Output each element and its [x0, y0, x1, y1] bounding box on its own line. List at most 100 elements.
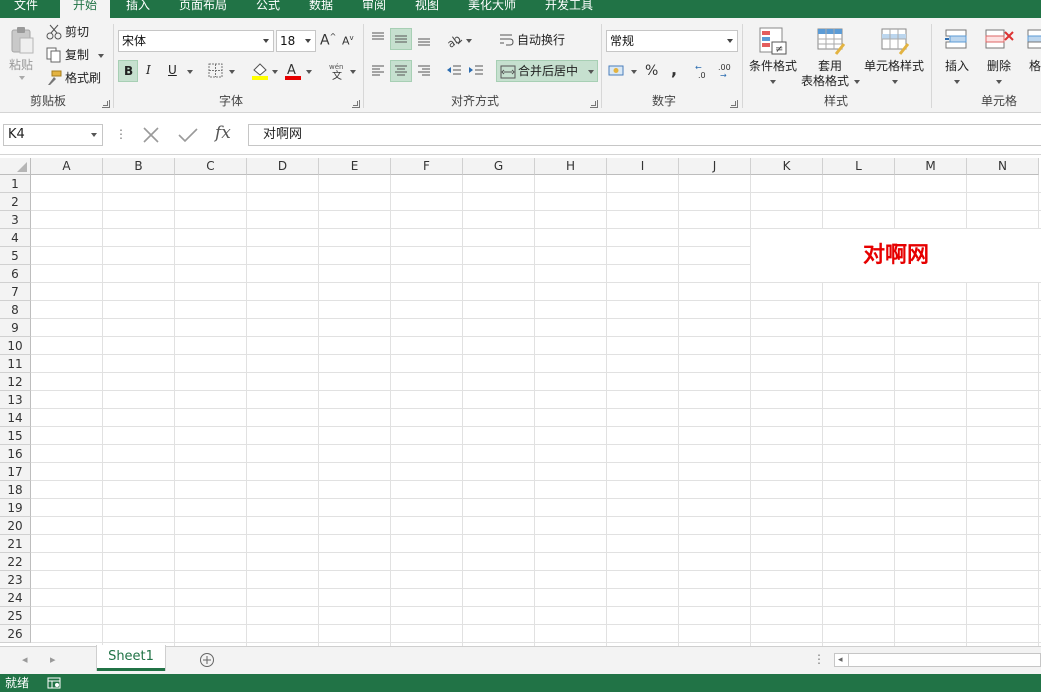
row-header-26[interactable]: 26 [0, 625, 31, 643]
tab-home[interactable]: 开始 [60, 0, 110, 18]
wrap-text-button[interactable]: 自动换行 [496, 30, 576, 50]
cancel-icon[interactable] [140, 126, 164, 144]
currency-icon[interactable] [608, 63, 628, 79]
alignment-launcher-icon[interactable] [590, 100, 598, 108]
fill-color-icon[interactable] [251, 61, 269, 81]
row-header-12[interactable]: 12 [0, 373, 31, 391]
percent-button[interactable]: % [645, 63, 661, 81]
scrollbar-left-arrow-icon[interactable]: ◂ [838, 654, 843, 666]
row-header-13[interactable]: 13 [0, 391, 31, 409]
column-header-h[interactable]: H [535, 158, 607, 175]
underline-dropdown-icon[interactable] [187, 70, 193, 74]
decrease-indent-icon[interactable] [446, 63, 462, 79]
column-header-n[interactable]: N [967, 158, 1039, 175]
row-header-10[interactable]: 10 [0, 337, 31, 355]
row-header-22[interactable]: 22 [0, 553, 31, 571]
row-header-20[interactable]: 20 [0, 517, 31, 535]
merged-cell-k4[interactable]: 对啊网 [751, 229, 1041, 282]
row-header-16[interactable]: 16 [0, 445, 31, 463]
row-header-1[interactable]: 1 [0, 175, 31, 193]
decrease-font-icon[interactable]: Av [342, 34, 358, 50]
align-middle-button[interactable] [390, 28, 412, 50]
tab-formulas[interactable]: 公式 [248, 0, 288, 18]
tab-data[interactable]: 数据 [300, 0, 342, 18]
row-header-3[interactable]: 3 [0, 211, 31, 229]
paste-button[interactable]: 粘贴 [6, 24, 38, 86]
cut-button[interactable]: 剪切 [46, 23, 106, 41]
font-color-icon[interactable]: A [284, 61, 302, 81]
bold-button[interactable]: B [118, 60, 138, 82]
row-header-24[interactable]: 24 [0, 589, 31, 607]
row-header-19[interactable]: 19 [0, 499, 31, 517]
insert-cells-button[interactable]: 插入 [938, 24, 976, 90]
underline-button[interactable]: U [168, 63, 182, 81]
align-center-button[interactable] [390, 60, 412, 82]
format-as-table-button[interactable]: 套用 表格格式 [800, 24, 862, 94]
align-left-icon[interactable] [370, 63, 386, 79]
decrease-decimal-icon[interactable]: .00→ [717, 62, 735, 80]
column-header-j[interactable]: J [679, 158, 751, 175]
row-header-15[interactable]: 15 [0, 427, 31, 445]
row-header-5[interactable]: 5 [0, 247, 31, 265]
row-header-4[interactable]: 4 [0, 229, 31, 247]
tab-file[interactable]: 文件 [0, 0, 52, 18]
more-vertical-icon[interactable]: ⋮ [115, 128, 127, 142]
tab-developer[interactable]: 开发工具 [536, 0, 602, 18]
italic-button[interactable]: I [146, 63, 160, 81]
column-header-c[interactable]: C [175, 158, 247, 175]
tab-review[interactable]: 审阅 [354, 0, 394, 18]
row-header-7[interactable]: 7 [0, 283, 31, 301]
number-launcher-icon[interactable] [730, 100, 738, 108]
enter-icon[interactable] [176, 126, 200, 144]
column-header-i[interactable]: I [607, 158, 679, 175]
row-header-11[interactable]: 11 [0, 355, 31, 373]
currency-dropdown-icon[interactable] [631, 70, 637, 74]
phonetic-guide-icon[interactable]: wén文 [328, 61, 346, 81]
format-painter-button[interactable]: 格式刷 [46, 69, 106, 87]
row-header-6[interactable]: 6 [0, 265, 31, 283]
font-name-combo[interactable]: 宋体 [118, 30, 274, 52]
macro-record-icon[interactable] [47, 677, 61, 689]
font-color-dropdown-icon[interactable] [306, 70, 312, 74]
row-header-21[interactable]: 21 [0, 535, 31, 553]
align-right-icon[interactable] [416, 63, 432, 79]
orientation-icon[interactable]: ab [446, 30, 464, 48]
more-vertical-icon[interactable]: ⋮ [813, 652, 825, 666]
tab-insert[interactable]: 插入 [118, 0, 158, 18]
comma-button[interactable]: , [671, 60, 681, 79]
copy-button[interactable]: 复制 [46, 46, 108, 64]
formula-input[interactable]: 对啊网 [248, 124, 1041, 146]
align-top-icon[interactable] [370, 31, 386, 47]
sheet-tab-sheet1[interactable]: Sheet1 [97, 645, 165, 671]
cell-styles-button[interactable]: 单元格样式 [862, 24, 928, 90]
column-header-k[interactable]: K [751, 158, 823, 175]
conditional-formatting-button[interactable]: ≠ 条件格式 [746, 24, 800, 90]
increase-indent-icon[interactable] [468, 63, 484, 79]
name-box[interactable]: K4 [3, 124, 103, 146]
column-header-b[interactable]: B [103, 158, 175, 175]
column-header-g[interactable]: G [463, 158, 535, 175]
row-header-9[interactable]: 9 [0, 319, 31, 337]
clipboard-launcher-icon[interactable] [102, 100, 110, 108]
insert-function-button[interactable]: fx [215, 123, 239, 145]
column-header-e[interactable]: E [319, 158, 391, 175]
number-format-combo[interactable]: 常规 [606, 30, 738, 52]
increase-decimal-icon[interactable]: ←.0 [695, 62, 713, 80]
row-header-2[interactable]: 2 [0, 193, 31, 211]
tab-beautify[interactable]: 美化大师 [460, 0, 524, 18]
row-header-8[interactable]: 8 [0, 301, 31, 319]
horizontal-scrollbar[interactable]: ◂ [834, 653, 1041, 667]
column-header-m[interactable]: M [895, 158, 967, 175]
format-cells-button[interactable]: 格 [1022, 24, 1041, 90]
orientation-dropdown-icon[interactable] [466, 39, 472, 43]
merge-center-button[interactable]: 合并后居中 [496, 60, 598, 82]
row-header-25[interactable]: 25 [0, 607, 31, 625]
column-header-a[interactable]: A [31, 158, 103, 175]
column-header-f[interactable]: F [391, 158, 463, 175]
row-header-17[interactable]: 17 [0, 463, 31, 481]
tab-view[interactable]: 视图 [406, 0, 448, 18]
increase-font-icon[interactable]: A^ [320, 32, 336, 50]
font-launcher-icon[interactable] [352, 100, 360, 108]
fill-color-dropdown-icon[interactable] [272, 70, 278, 74]
borders-icon[interactable] [208, 63, 224, 79]
